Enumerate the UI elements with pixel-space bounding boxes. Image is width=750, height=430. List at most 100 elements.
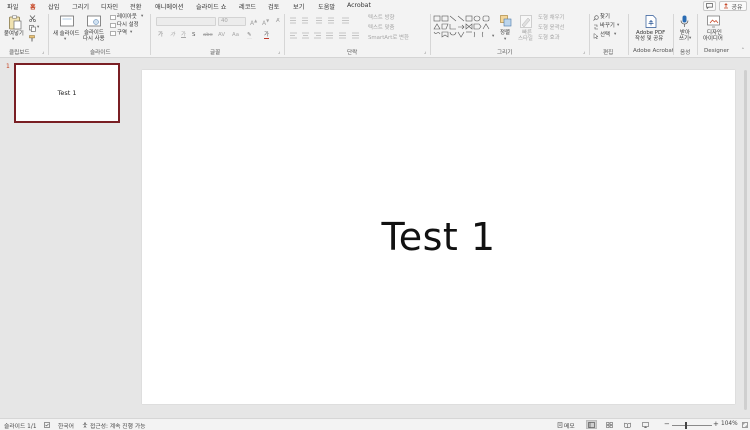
zoom-level[interactable]: 104% (721, 421, 738, 427)
zoom-slider-handle[interactable] (685, 422, 687, 429)
copy-icon[interactable] (29, 25, 36, 32)
bold-icon[interactable]: 가 (158, 32, 163, 38)
reuse-slides-icon[interactable] (87, 15, 101, 27)
dictate-chevron[interactable]: ▾ (689, 36, 691, 41)
reuse-slides-label-2[interactable]: 다시 사용 (83, 36, 105, 42)
dictate-label-2[interactable]: 쓰기 (679, 36, 689, 42)
select-chevron[interactable]: ▾ (614, 32, 616, 37)
notes-icon[interactable] (557, 422, 563, 428)
collapse-ribbon-icon[interactable]: ⌃ (741, 48, 745, 53)
shapes-more-chevron[interactable]: ▾ (492, 34, 494, 39)
select-label[interactable]: 선택 (600, 32, 610, 38)
paste-icon[interactable] (8, 15, 22, 30)
fit-slide-icon[interactable] (742, 422, 748, 428)
vertical-scrollbar[interactable] (741, 58, 750, 418)
align-text-label[interactable]: 텍스트 맞춤 (368, 25, 395, 31)
cut-icon[interactable] (29, 15, 36, 22)
language-status[interactable]: 한국어 (58, 421, 74, 430)
tab-slideshow[interactable]: 슬라이드 쇼 (196, 2, 226, 11)
design-ideas-icon[interactable] (707, 15, 720, 28)
shape-effects-label[interactable]: 도형 효과 (538, 35, 560, 41)
tab-file[interactable]: 파일 (7, 2, 18, 11)
font-launcher-icon[interactable]: ⌟ (278, 49, 280, 55)
normal-view-button[interactable] (586, 420, 597, 429)
select-icon[interactable] (593, 33, 599, 39)
accessibility-status[interactable]: 접근성: 계속 진행 가능 (90, 421, 145, 430)
arrange-chevron[interactable]: ▾ (504, 37, 506, 42)
section-label[interactable]: 구역 (117, 30, 127, 36)
layout-label[interactable]: 레이아웃 (117, 14, 137, 20)
change-case-icon[interactable]: Aa (232, 32, 239, 38)
slideshow-button[interactable] (640, 420, 651, 429)
find-label[interactable]: 찾기 (600, 14, 610, 20)
tab-acrobat[interactable]: Acrobat (347, 2, 371, 9)
clear-formatting-icon[interactable]: A̸ (276, 18, 280, 24)
replace-label[interactable]: 바꾸기 (600, 23, 615, 29)
strikethrough-icon[interactable]: abc (203, 32, 213, 38)
comments-button[interactable] (703, 1, 716, 11)
character-spacing-icon[interactable]: AV (218, 32, 225, 38)
design-ideas-label-2[interactable]: 아이디어 (703, 36, 723, 42)
decrease-font-icon[interactable]: A▼ (262, 18, 269, 27)
spelling-check-icon[interactable] (44, 422, 50, 428)
shape-outline-label[interactable]: 도형 윤곽선 (538, 25, 565, 31)
underline-icon[interactable]: 가 (181, 32, 186, 38)
slide-count-status[interactable]: 슬라이드 1/1 (4, 421, 37, 430)
accessibility-icon[interactable] (82, 422, 88, 428)
slide-thumbnail[interactable]: Test 1 (14, 63, 120, 123)
new-slide-chevron[interactable]: ▾ (64, 37, 66, 42)
increase-font-icon[interactable]: A▲ (250, 18, 257, 27)
copy-dropdown-chevron[interactable]: ▾ (37, 25, 39, 30)
drawing-launcher-icon[interactable]: ⌟ (583, 49, 585, 55)
tab-help[interactable]: 도움말 (318, 2, 335, 11)
scrollbar-thumb[interactable] (744, 70, 747, 410)
quick-styles-label-2[interactable]: 스타일 (518, 36, 533, 42)
font-name-combobox[interactable] (156, 17, 216, 26)
adobe-pdf-icon[interactable] (645, 15, 657, 28)
layout-icon[interactable] (110, 15, 116, 20)
tab-animations[interactable]: 애니메이션 (155, 2, 183, 11)
highlight-icon[interactable]: ✎ (247, 32, 252, 40)
section-icon[interactable] (110, 31, 116, 36)
replace-icon[interactable] (593, 24, 599, 30)
notes-button-label[interactable]: 메모 (564, 421, 575, 430)
font-size-combobox[interactable]: 40 (218, 17, 246, 26)
tab-view[interactable]: 보기 (293, 2, 304, 11)
paragraph-launcher-icon[interactable]: ⌟ (424, 49, 426, 55)
find-icon[interactable] (593, 15, 599, 21)
arrange-icon[interactable] (500, 15, 512, 27)
zoom-out-button[interactable]: − (664, 420, 670, 428)
section-chevron[interactable]: ▾ (130, 30, 132, 35)
tab-transitions[interactable]: 전환 (130, 2, 141, 11)
tab-record[interactable]: 레코드 (239, 2, 256, 11)
smartart-label[interactable]: SmartArt로 변환 (368, 35, 409, 41)
alignment-icons[interactable] (289, 32, 364, 39)
adobe-pdf-label-2[interactable]: 작성 및 공유 (635, 36, 663, 42)
zoom-in-button[interactable]: + (713, 420, 719, 428)
new-slide-icon[interactable] (60, 15, 74, 27)
tab-home[interactable]: 홈 (30, 2, 36, 14)
list-icons[interactable] (289, 17, 359, 24)
shape-fill-label[interactable]: 도형 채우기 (538, 15, 565, 21)
format-painter-icon[interactable] (29, 35, 36, 42)
tab-insert[interactable]: 삽입 (48, 2, 59, 11)
slide-sorter-button[interactable] (604, 420, 615, 429)
shapes-gallery[interactable] (433, 15, 493, 45)
slide-canvas[interactable]: Test 1 (142, 70, 735, 404)
text-direction-label[interactable]: 텍스트 방향 (368, 15, 395, 21)
microphone-icon[interactable] (680, 15, 689, 28)
tab-design[interactable]: 디자인 (101, 2, 118, 11)
quick-styles-icon[interactable] (520, 15, 532, 28)
tab-draw[interactable]: 그리기 (72, 2, 89, 11)
text-shadow-icon[interactable]: S (192, 32, 195, 38)
replace-chevron[interactable]: ▾ (617, 23, 619, 28)
reset-icon[interactable] (110, 23, 116, 28)
italic-icon[interactable]: 가 (170, 32, 175, 38)
paste-dropdown-chevron[interactable]: ▾ (12, 37, 14, 42)
zoom-slider-track[interactable] (672, 425, 712, 426)
share-button[interactable]: 공유 (719, 1, 747, 11)
tab-review[interactable]: 검토 (268, 2, 279, 11)
reset-label[interactable]: 다시 설정 (117, 22, 139, 28)
slide-title-text[interactable]: Test 1 (381, 215, 495, 259)
layout-chevron[interactable]: ▾ (141, 14, 143, 19)
